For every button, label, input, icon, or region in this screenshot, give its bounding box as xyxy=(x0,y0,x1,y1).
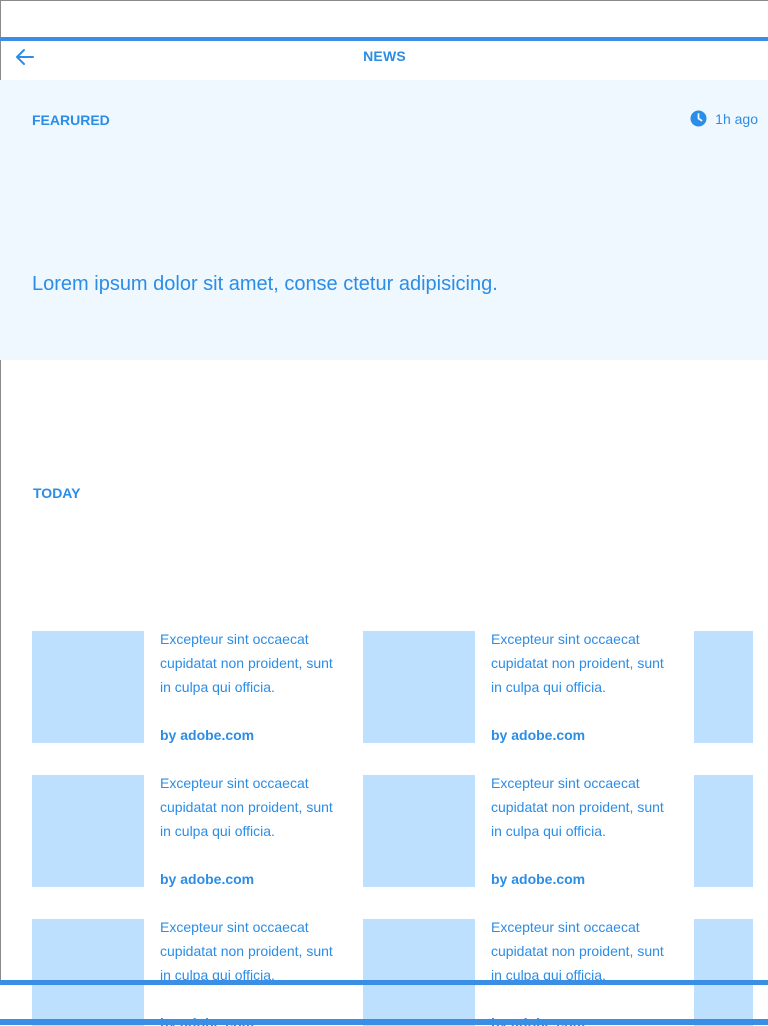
article-thumbnail xyxy=(32,775,144,887)
article-source: by adobe.com xyxy=(160,727,255,743)
featured-time: 1h ago xyxy=(690,110,758,127)
article-thumbnail xyxy=(363,631,475,743)
article-excerpt: Excepteur sint occaecat cupidatat non pr… xyxy=(491,775,664,839)
article-excerpt: Excepteur sint occaecat cupidatat non pr… xyxy=(160,919,333,983)
article-excerpt: Excepteur sint occaecat cupidatat non pr… xyxy=(160,775,333,839)
featured-headline: Lorem ipsum dolor sit amet, conse ctetur… xyxy=(32,273,498,295)
page-title: NEWS xyxy=(363,48,406,64)
bottom-blue-bar-2 xyxy=(0,1019,768,1025)
article-thumbnail-partial[interactable] xyxy=(694,919,753,1026)
article-source: by adobe.com xyxy=(160,871,255,887)
featured-card[interactable]: FEARURED 1h ago Lorem ipsum dolor sit am… xyxy=(0,80,768,360)
article-source: by adobe.com xyxy=(491,727,586,743)
app-header: NEWS xyxy=(1,41,768,80)
article-card[interactable]: Excepteur sint occaecat cupidatat non pr… xyxy=(32,775,352,887)
article-thumbnail xyxy=(363,775,475,887)
article-thumbnail-partial[interactable] xyxy=(694,631,753,743)
article-card[interactable]: Excepteur sint occaecat cupidatat non pr… xyxy=(363,631,683,743)
section-title-today: TODAY xyxy=(33,485,81,501)
clock-icon xyxy=(690,110,707,127)
article-excerpt: Excepteur sint occaecat cupidatat non pr… xyxy=(491,919,664,983)
top-strip xyxy=(0,0,768,37)
article-thumbnail-partial[interactable] xyxy=(694,775,753,887)
article-card[interactable]: Excepteur sint occaecat cupidatat non pr… xyxy=(363,919,683,1026)
article-excerpt: Excepteur sint occaecat cupidatat non pr… xyxy=(491,631,664,695)
article-card[interactable]: Excepteur sint occaecat cupidatat non pr… xyxy=(32,631,352,743)
article-card[interactable]: Excepteur sint occaecat cupidatat non pr… xyxy=(32,919,352,1026)
bottom-blue-bar xyxy=(0,980,768,985)
article-thumbnail xyxy=(32,919,144,1026)
article-source: by adobe.com xyxy=(491,871,586,887)
featured-label: FEARURED xyxy=(32,112,110,128)
article-thumbnail xyxy=(32,631,144,743)
article-excerpt: Excepteur sint occaecat cupidatat non pr… xyxy=(160,631,333,695)
app-frame: NEWS FEARURED 1h ago Lorem ipsum dolor s… xyxy=(0,0,768,1026)
article-card[interactable]: Excepteur sint occaecat cupidatat non pr… xyxy=(363,775,683,887)
featured-time-text: 1h ago xyxy=(715,110,758,127)
article-thumbnail xyxy=(363,919,475,1026)
